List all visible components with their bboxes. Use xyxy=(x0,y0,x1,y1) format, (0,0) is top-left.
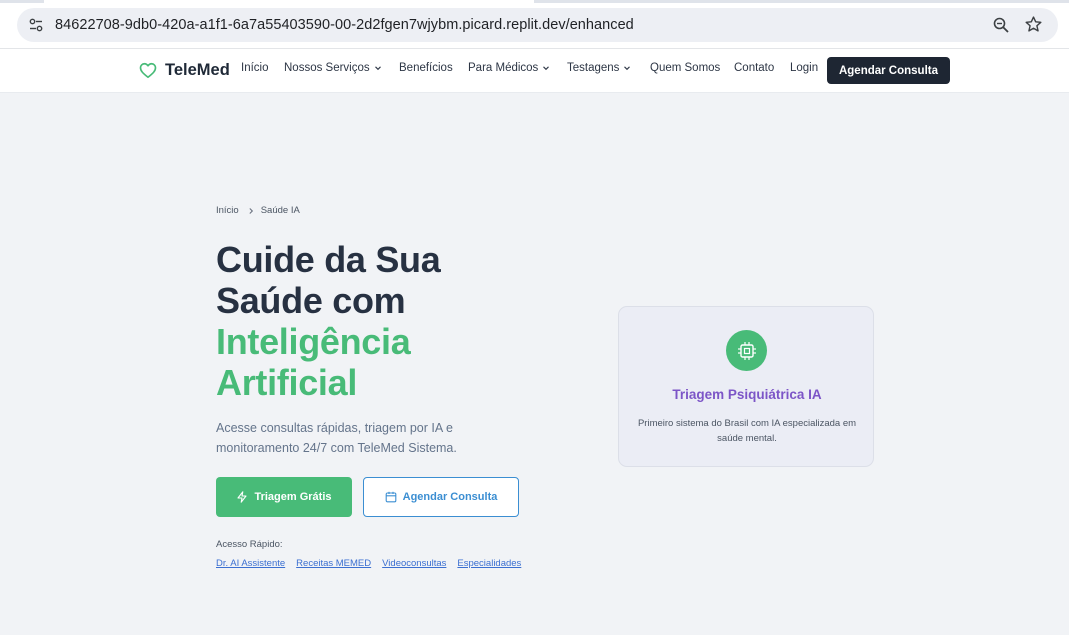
quick-link-dr-ai[interactable]: Dr. AI Assistente xyxy=(216,558,285,569)
nav-quem-somos[interactable]: Quem Somos xyxy=(650,62,720,74)
site-settings-icon[interactable] xyxy=(28,17,44,33)
button-label: Agendar Consulta xyxy=(402,491,498,503)
brand-name: TeleMed xyxy=(165,61,230,79)
triagem-card[interactable]: Triagem Psiquiátrica IA Primeiro sistema… xyxy=(618,306,874,467)
quick-link-videoconsultas[interactable]: Videoconsultas xyxy=(382,558,446,569)
lightning-icon xyxy=(237,491,248,503)
button-label: Agendar Consulta xyxy=(838,64,939,77)
chevron-down-icon xyxy=(374,66,381,71)
breadcrumb: Início Saúde IA xyxy=(216,205,300,216)
agendar-consulta-button[interactable]: Agendar Consulta xyxy=(827,57,950,84)
nav-label: Quem Somos xyxy=(650,62,721,74)
url-text[interactable]: 84622708-9db0-420a-a1f1-6a7a55403590-00-… xyxy=(55,17,634,33)
brand-logo[interactable]: TeleMed xyxy=(139,61,230,80)
nav-label: Testagens xyxy=(567,62,620,74)
heart-icon xyxy=(139,62,157,79)
nav-login[interactable]: Login xyxy=(790,62,818,74)
nav-testagens[interactable]: Testagens xyxy=(567,62,631,74)
nav-inicio[interactable]: Início xyxy=(241,62,269,74)
quick-links: Dr. AI Assistente Receitas MEMED Videoco… xyxy=(216,558,532,569)
calendar-icon xyxy=(385,491,396,503)
hero-title-line-4: Artificial xyxy=(216,362,358,403)
agendar-consulta-hero-button[interactable]: Agendar Consulta xyxy=(363,477,519,517)
quick-access-label: Acesso Rápido: xyxy=(216,539,283,550)
tab-strip-edge xyxy=(0,0,1069,3)
site-header: TeleMed Início Nossos Serviços Benefício… xyxy=(0,49,1069,93)
chevron-down-icon xyxy=(543,66,550,71)
cpu-icon-badge xyxy=(726,330,767,371)
address-bar[interactable]: 84622708-9db0-420a-a1f1-6a7a55403590-00-… xyxy=(17,8,1058,42)
nav-medicos[interactable]: Para Médicos xyxy=(468,62,550,74)
button-label: Triagem Grátis xyxy=(254,491,332,503)
breadcrumb-current: Saúde IA xyxy=(260,205,300,216)
nav-label: Início xyxy=(241,62,269,74)
hero-title-line-2: Saúde com xyxy=(216,280,406,321)
browser-toolbar: 84622708-9db0-420a-a1f1-6a7a55403590-00-… xyxy=(0,0,1069,49)
hero-title-line-1: Cuide da Sua xyxy=(216,239,441,280)
hero-subtitle: Acesse consultas rápidas, triagem por IA… xyxy=(216,421,457,455)
bookmark-star-icon[interactable] xyxy=(1024,15,1043,34)
card-description: Primeiro sistema do Brasil com IA especi… xyxy=(637,418,857,444)
hero-title-line-3: Inteligência xyxy=(216,321,411,362)
nav-beneficios[interactable]: Benefícios xyxy=(399,62,453,74)
quick-link-especialidades[interactable]: Especialidades xyxy=(457,558,521,569)
cpu-icon xyxy=(737,341,756,360)
chevron-right-icon xyxy=(249,207,253,214)
quick-link-receitas[interactable]: Receitas MEMED xyxy=(296,558,371,569)
breadcrumb-home[interactable]: Início xyxy=(216,205,239,216)
nav-label: Para Médicos xyxy=(468,62,539,74)
nav-label: Benefícios xyxy=(399,62,453,74)
nav-label: Contato xyxy=(734,62,775,74)
triagem-gratis-button[interactable]: Triagem Grátis xyxy=(216,477,352,517)
nav-label: Login xyxy=(790,62,819,74)
nav-servicos[interactable]: Nossos Serviços xyxy=(284,62,382,74)
nav-label: Nossos Serviços xyxy=(284,62,370,74)
zoom-icon[interactable] xyxy=(992,16,1010,34)
nav-contato[interactable]: Contato xyxy=(734,62,774,74)
chevron-down-icon xyxy=(624,66,631,71)
card-title: Triagem Psiquiátrica IA xyxy=(672,387,822,402)
